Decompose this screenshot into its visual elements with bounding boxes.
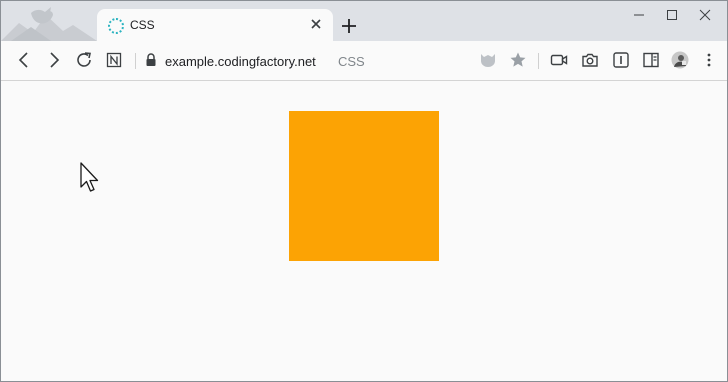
tab-active[interactable]: CSS bbox=[97, 9, 333, 41]
toolbar: example.codingfactory.net CSS bbox=[1, 41, 727, 81]
side-panel-icon[interactable] bbox=[642, 51, 660, 69]
tab-close-icon[interactable] bbox=[307, 15, 325, 33]
reload-icon[interactable] bbox=[75, 51, 93, 69]
mouse-cursor-icon bbox=[80, 162, 99, 192]
tab-title: CSS bbox=[130, 18, 155, 32]
back-icon[interactable] bbox=[15, 51, 33, 69]
new-tab-icon[interactable] bbox=[339, 16, 359, 36]
toolbar-separator bbox=[135, 53, 136, 69]
reader-icon[interactable] bbox=[612, 51, 630, 69]
menu-icon[interactable] bbox=[700, 51, 718, 69]
title-bar: CSS bbox=[1, 1, 727, 41]
star-icon[interactable] bbox=[509, 51, 527, 69]
orange-box bbox=[289, 111, 439, 261]
avatar[interactable] bbox=[671, 51, 689, 69]
forward-icon[interactable] bbox=[45, 51, 63, 69]
video-icon[interactable] bbox=[550, 51, 568, 69]
page-content bbox=[1, 81, 727, 381]
address-url[interactable]: example.codingfactory.net bbox=[165, 54, 316, 69]
maximize-icon[interactable] bbox=[662, 7, 682, 23]
toolbar-separator bbox=[538, 53, 539, 69]
loading-spinner-icon bbox=[108, 18, 124, 34]
address-page-title: CSS bbox=[338, 54, 365, 69]
close-icon[interactable] bbox=[695, 7, 715, 23]
camera-icon[interactable] bbox=[581, 51, 599, 69]
lock-icon[interactable] bbox=[143, 52, 159, 68]
notion-icon[interactable] bbox=[105, 51, 123, 69]
browser-window: CSS example.codingfactory.net CSS bbox=[0, 0, 728, 382]
theme-decoration-icon bbox=[1, 7, 97, 41]
shield-icon[interactable] bbox=[479, 51, 497, 69]
minimize-icon[interactable] bbox=[629, 7, 649, 23]
